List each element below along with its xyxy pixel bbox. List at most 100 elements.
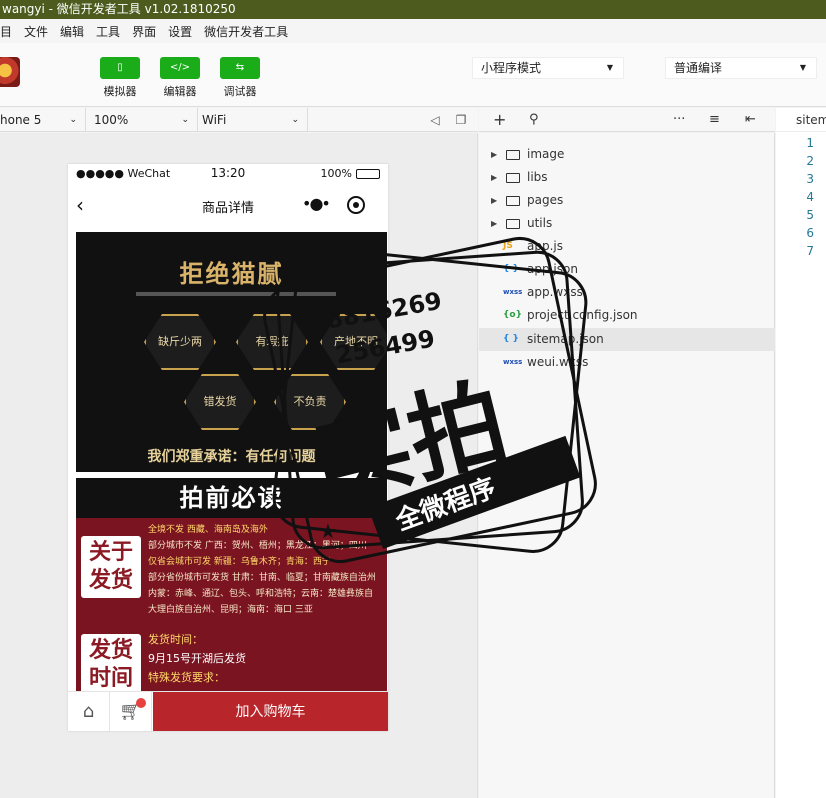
menu-item-devtools[interactable]: 微信开发者工具 (198, 23, 294, 40)
tree-file-sitemap-json[interactable]: { } sitemap.json (479, 328, 775, 351)
caret-down-icon: ▼ (799, 63, 806, 72)
phone-icon: ▯ (100, 57, 140, 79)
debugger-label: 调试器 (223, 85, 257, 98)
folder-icon (506, 150, 520, 160)
wxss-file-icon: wxss (503, 288, 523, 296)
tree-file-weui-wxss[interactable]: wxss weui.wxss (479, 351, 775, 374)
simulator-toggle[interactable]: ▯ 模拟器 (99, 57, 141, 99)
search-icon[interactable]: ⚲ (529, 112, 539, 127)
volume-icon[interactable]: ◁ (428, 113, 442, 127)
hex-badge: 有瑕疵 (236, 314, 308, 370)
battery-text: 100% (320, 167, 352, 180)
editor-toggle[interactable]: </> 编辑器 (159, 57, 201, 99)
hex-badge: 产地不明 (320, 314, 387, 370)
more-icon[interactable]: ··· (673, 112, 685, 127)
more-dots-icon[interactable]: •●• (302, 194, 331, 213)
banner1-footer: 我们郑重承诺：有任何问题 (147, 449, 316, 465)
tree-file-app-wxss[interactable]: wxss app.wxss (479, 281, 775, 304)
menu-item-settings[interactable]: 设置 (162, 23, 198, 40)
tree-item-label: app.json (527, 262, 578, 276)
device-select[interactable]: hone 5 ⌄ (0, 108, 86, 132)
collapse-icon[interactable]: ⇤ (745, 112, 756, 127)
tree-item-label: utils (527, 216, 553, 230)
line-number: 2 (806, 154, 814, 168)
shipping-time-block: 发货时间： 9月15号开湖后发货 特殊发货要求： (148, 630, 384, 687)
tree-folder-utils[interactable]: ▶ utils (479, 212, 775, 235)
tree-item-label: project.config.json (527, 308, 638, 322)
expand-arrow-icon: ▶ (491, 173, 498, 182)
promise-banner-image: 拒绝猫腻 缺斤少两 有瑕疵 产地不明 错发货 不负责 我们郑重承诺：有任何问题 (76, 232, 387, 472)
folder-icon (506, 219, 520, 229)
cart-badge (136, 698, 146, 708)
shipping-lines: 全境不发 西藏、海南岛及海外 部分城市不发 广西：贺州、梧州；黑龙江：黑河；四川… (148, 522, 384, 618)
code-editor[interactable]: sitemap.json 1 2 3 4 5 6 7 (776, 108, 826, 798)
mode-select[interactable]: 小程序模式 ▼ (472, 57, 624, 79)
chevron-down-icon: ⌄ (181, 115, 189, 125)
main-toolbar: ▯ 模拟器 </> 编辑器 ⇆ 调试器 小程序模式 ▼ 普通编译 ▼ (0, 43, 826, 107)
window-title: wangyi - 微信开发者工具 v1.02.1810250 (0, 0, 826, 19)
chevron-down-icon: ⌄ (291, 115, 299, 125)
tree-item-label: app.js (527, 239, 563, 253)
tree-item-label: app.wxss (527, 285, 583, 299)
window-icon[interactable]: ❐ (454, 113, 468, 127)
tree-item-label: libs (527, 170, 548, 184)
line-number: 5 (806, 208, 814, 222)
tree-item-label: image (527, 147, 565, 161)
json-file-icon: { } (503, 264, 519, 274)
tree-item-label: pages (527, 193, 564, 207)
tree-folder-image[interactable]: ▶ image (479, 143, 775, 166)
expand-arrow-icon: ▶ (491, 196, 498, 205)
js-file-icon: JS (503, 241, 513, 251)
code-icon: </> (160, 57, 200, 79)
debugger-toggle[interactable]: ⇆ 调试器 (219, 57, 261, 99)
chevron-down-icon: ⌄ (69, 115, 77, 125)
capsule-close-icon[interactable] (347, 196, 365, 214)
battery-icon (356, 168, 380, 179)
menu-bar: 目 文件 编辑 工具 界面 设置 微信开发者工具 (0, 19, 826, 43)
tree-file-project-config[interactable]: {o} project.config.json (479, 304, 775, 327)
nav-title: 商品详情 (201, 201, 254, 216)
shipping-line: 部分城市不发 广西：贺州、梧州；黑龙江：黑河；四川 (148, 541, 367, 551)
shipping-line: 仅省会城市可发 新疆：乌鲁木齐；青海：西宁 (148, 557, 331, 567)
tree-folder-pages[interactable]: ▶ pages (479, 189, 775, 212)
home-icon[interactable]: ⌂ (68, 692, 110, 731)
tree-folder-libs[interactable]: ▶ libs (479, 166, 775, 189)
menu-item-tools[interactable]: 工具 (90, 23, 126, 40)
phone-screen: ●●●●● WeChat 13:20 100% ‹ 商品详情 •●• 拒绝猫腻 … (68, 164, 388, 731)
tree-file-app-js[interactable]: JS app.js (479, 235, 775, 258)
line-number: 6 (806, 226, 814, 240)
wxss-file-icon: wxss (503, 358, 523, 366)
config-file-icon: {o} (503, 310, 522, 320)
expand-arrow-icon: ▶ (491, 219, 498, 228)
network-select[interactable]: WiFi ⌄ (198, 108, 308, 132)
file-tree: ▶ image ▶ libs ▶ pages ▶ utils JS app.js… (479, 133, 775, 798)
editor-label: 编辑器 (163, 85, 197, 98)
menu-item-file[interactable]: 文件 (18, 23, 54, 40)
caret-down-icon: ▼ (606, 63, 613, 72)
add-to-cart-button[interactable]: 加入购物车 (153, 692, 388, 731)
add-file-icon[interactable]: + (493, 110, 506, 129)
menu-item-view[interactable]: 目 (0, 23, 18, 40)
compile-select-value: 普通编译 (674, 61, 723, 75)
sort-icon[interactable]: ≡ (709, 112, 720, 127)
tree-item-label: weui.wxss (527, 355, 589, 369)
shipping-line: 全境不发 西藏、海南岛及海外 (148, 525, 268, 535)
zoom-select[interactable]: 100% ⌄ (90, 108, 198, 132)
cart-icon[interactable]: 🛒︎ (110, 692, 152, 731)
line-number: 4 (806, 190, 814, 204)
user-avatar[interactable] (0, 57, 20, 87)
shipping-line: 部分省份城市可发货 甘肃：甘南、临夏；甘南藏族自治州 (148, 573, 376, 583)
shipping-line: 大理白族自治州、昆明；海南：海口 三亚 (148, 605, 313, 615)
menu-item-interface[interactable]: 界面 (126, 23, 162, 40)
json-file-icon: { } (503, 334, 519, 344)
menu-item-edit[interactable]: 编辑 (54, 23, 90, 40)
product-action-bar: ⌂ 🛒︎ 加入购物车 (68, 691, 388, 731)
time-title: 发货时间： (148, 633, 203, 646)
tree-file-app-json[interactable]: { } app.json (479, 258, 775, 281)
network-select-value: WiFi (202, 113, 227, 127)
folder-icon (506, 173, 520, 183)
simulator-toolbar: hone 5 ⌄ 100% ⌄ WiFi ⌄ ◁ ❐ (0, 108, 478, 132)
tree-item-label: sitemap.json (527, 332, 604, 346)
editor-tab[interactable]: sitemap.json (776, 108, 826, 132)
compile-select[interactable]: 普通编译 ▼ (665, 57, 817, 79)
